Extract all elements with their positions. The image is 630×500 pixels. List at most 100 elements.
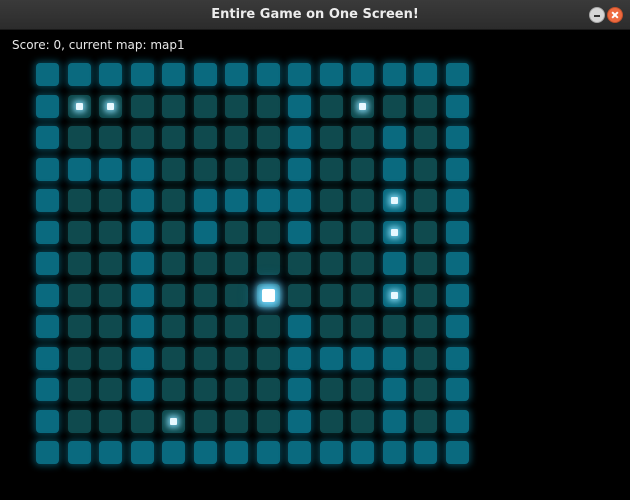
map-tile (162, 252, 185, 275)
map-tile (68, 189, 91, 212)
map-tile (257, 158, 280, 181)
map-tile (194, 189, 217, 212)
map-tile (288, 63, 311, 86)
map-tile (288, 126, 311, 149)
map-tile (320, 410, 343, 433)
map-tile (162, 189, 185, 212)
map-tile (320, 284, 343, 307)
map-tile (446, 410, 469, 433)
map-tile (257, 63, 280, 86)
map-tile (320, 158, 343, 181)
pickup-dot (359, 103, 366, 110)
map-tile (131, 315, 154, 338)
map-tile (225, 410, 248, 433)
map-tile (383, 189, 406, 212)
map-tile (36, 252, 59, 275)
map-tile (351, 63, 374, 86)
map-tile (36, 189, 59, 212)
map-tile (320, 189, 343, 212)
map-tile (194, 441, 217, 464)
map-tile (194, 126, 217, 149)
map-tile (36, 158, 59, 181)
score-status: Score: 0, current map: map1 (12, 38, 185, 52)
map-tile (351, 158, 374, 181)
map-tile (225, 252, 248, 275)
map-tile (288, 410, 311, 433)
map-tile (414, 63, 437, 86)
map-tile (131, 252, 154, 275)
map-tile (162, 221, 185, 244)
map-tile (383, 410, 406, 433)
map-tile (36, 315, 59, 338)
map-tile (320, 126, 343, 149)
map-tile (162, 378, 185, 401)
map-tile (194, 158, 217, 181)
map-tile (194, 95, 217, 118)
window-title: Entire Game on One Screen! (211, 7, 419, 22)
map-tile (225, 315, 248, 338)
map-tile (225, 441, 248, 464)
pickup-dot (391, 197, 398, 204)
map-tile (351, 95, 374, 118)
map-tile (68, 284, 91, 307)
title-bar[interactable]: Entire Game on One Screen! (0, 0, 630, 30)
map-tile (383, 221, 406, 244)
map-tile (225, 284, 248, 307)
map-tile (351, 221, 374, 244)
map-tile (257, 347, 280, 370)
map-tile (414, 378, 437, 401)
close-button[interactable] (607, 7, 623, 23)
map-tile (36, 347, 59, 370)
map-tile (68, 252, 91, 275)
map-tile (131, 284, 154, 307)
map-tile (131, 221, 154, 244)
map-tile (99, 126, 122, 149)
map-tile (414, 315, 437, 338)
map-tile (257, 284, 280, 307)
game-board[interactable] (36, 63, 469, 464)
map-tile (68, 441, 91, 464)
map-tile (99, 95, 122, 118)
map-tile (351, 284, 374, 307)
map-tile (36, 95, 59, 118)
map-tile (414, 410, 437, 433)
map-tile (414, 126, 437, 149)
map-tile (36, 284, 59, 307)
map-tile (414, 252, 437, 275)
map-tile (414, 189, 437, 212)
map-tile (414, 158, 437, 181)
pickup-dot (391, 229, 398, 236)
map-tile (194, 63, 217, 86)
map-tile (194, 284, 217, 307)
map-tile (68, 63, 91, 86)
map-tile (99, 63, 122, 86)
map-tile (162, 441, 185, 464)
pickup-dot (76, 103, 83, 110)
map-tile (446, 63, 469, 86)
map-tile (36, 441, 59, 464)
map-tile (383, 441, 406, 464)
map-tile (414, 221, 437, 244)
map-tile (383, 63, 406, 86)
map-tile (446, 158, 469, 181)
map-tile (351, 126, 374, 149)
map-tile (194, 378, 217, 401)
map-tile (131, 63, 154, 86)
map-tile (288, 221, 311, 244)
map-tile (68, 378, 91, 401)
map-tile (225, 378, 248, 401)
map-tile (288, 252, 311, 275)
map-tile (131, 347, 154, 370)
map-tile (320, 252, 343, 275)
map-tile (162, 410, 185, 433)
map-tile (131, 158, 154, 181)
map-tile (257, 126, 280, 149)
pickup-dot (391, 292, 398, 299)
map-tile (383, 284, 406, 307)
game-window: Entire Game on One Screen! Score: 0, cur… (0, 0, 630, 500)
map-tile (68, 95, 91, 118)
map-tile (99, 441, 122, 464)
map-tile (99, 158, 122, 181)
minimize-button[interactable] (589, 7, 605, 23)
map-tile (257, 189, 280, 212)
